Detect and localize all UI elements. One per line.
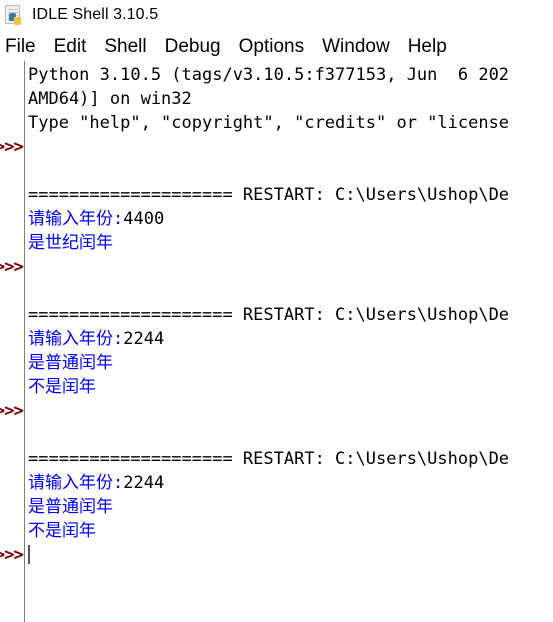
shell-line: AMD64)] on win32 [0,87,553,111]
shell-line: 是普通闰年 [0,351,553,375]
text-caret [28,545,30,564]
menu-item-options[interactable]: Options [230,34,313,60]
shell-text-segment: ==================== RESTART: C:\Users\U… [28,449,510,469]
shell-line: 不是闰年 [0,375,553,399]
shell-prompt: >>> [0,401,24,421]
shell-text-segment: 请输入年份: [28,473,124,493]
python-idle-icon [4,4,26,26]
shell-line: 不是闰年 [0,519,553,543]
window-title: IDLE Shell 3.10.5 [32,6,159,23]
shell-line: >>> [0,399,553,423]
menu-item-debug[interactable]: Debug [156,34,230,60]
shell-text-segment: 2244 [123,329,165,349]
shell-text-segment: 是世纪闰年 [28,233,113,253]
menu-item-help[interactable]: Help [399,34,456,60]
shell-prompt: >>> [0,137,24,157]
menu-item-shell[interactable]: Shell [95,34,155,60]
shell-text-segment: 请输入年份: [28,209,124,229]
shell-line: >>> [0,543,553,567]
shell-line: ==================== RESTART: C:\Users\U… [0,183,553,207]
shell-line: 是世纪闰年 [0,231,553,255]
shell-text-area[interactable]: Python 3.10.5 (tags/v3.10.5:f377153, Jun… [0,61,553,622]
shell-line: Python 3.10.5 (tags/v3.10.5:f377153, Jun… [0,63,553,87]
shell-text-segment: ==================== RESTART: C:\Users\U… [28,305,510,325]
shell-line: 请输入年份:2244 [0,327,553,351]
shell-text-segment: 是普通闰年 [28,353,113,373]
menu-item-file[interactable]: File [0,34,45,60]
shell-text-segment: Python 3.10.5 (tags/v3.10.5:f377153, Jun… [28,65,510,85]
shell-text-segment: ==================== RESTART: C:\Users\U… [28,185,510,205]
shell-text-segment: 不是闰年 [28,521,96,541]
menu-item-window[interactable]: Window [313,34,399,60]
shell-line: >>> [0,135,553,159]
shell-text-segment: AMD64)] on win32 [28,89,192,109]
shell-text-segment: 请输入年份: [28,329,124,349]
menu-bar: File Edit Shell Debug Options Window Help [0,32,553,61]
shell-line: Type "help", "copyright", "credits" or "… [0,111,553,135]
shell-line: ==================== RESTART: C:\Users\U… [0,303,553,327]
shell-text-segment: 不是闰年 [28,377,96,397]
shell-line: 请输入年份:4400 [0,207,553,231]
idle-shell-window: IDLE Shell 3.10.5 File Edit Shell Debug Opti… [0,0,553,622]
shell-line: 请输入年份:2244 [0,471,553,495]
shell-output-lines: Python 3.10.5 (tags/v3.10.5:f377153, Jun… [0,63,553,567]
shell-text-segment: 2244 [123,473,165,493]
shell-line: ==================== RESTART: C:\Users\U… [0,447,553,471]
shell-text-segment: 4400 [123,209,165,229]
title-bar: IDLE Shell 3.10.5 [0,0,553,30]
shell-line: 是普通闰年 [0,495,553,519]
shell-prompt: >>> [0,257,24,277]
menu-item-edit[interactable]: Edit [45,34,96,60]
shell-text-segment: Type "help", "copyright", "credits" or "… [28,113,510,133]
shell-text-segment: 是普通闰年 [28,497,113,517]
shell-prompt: >>> [0,545,24,565]
shell-line: >>> [0,255,553,279]
